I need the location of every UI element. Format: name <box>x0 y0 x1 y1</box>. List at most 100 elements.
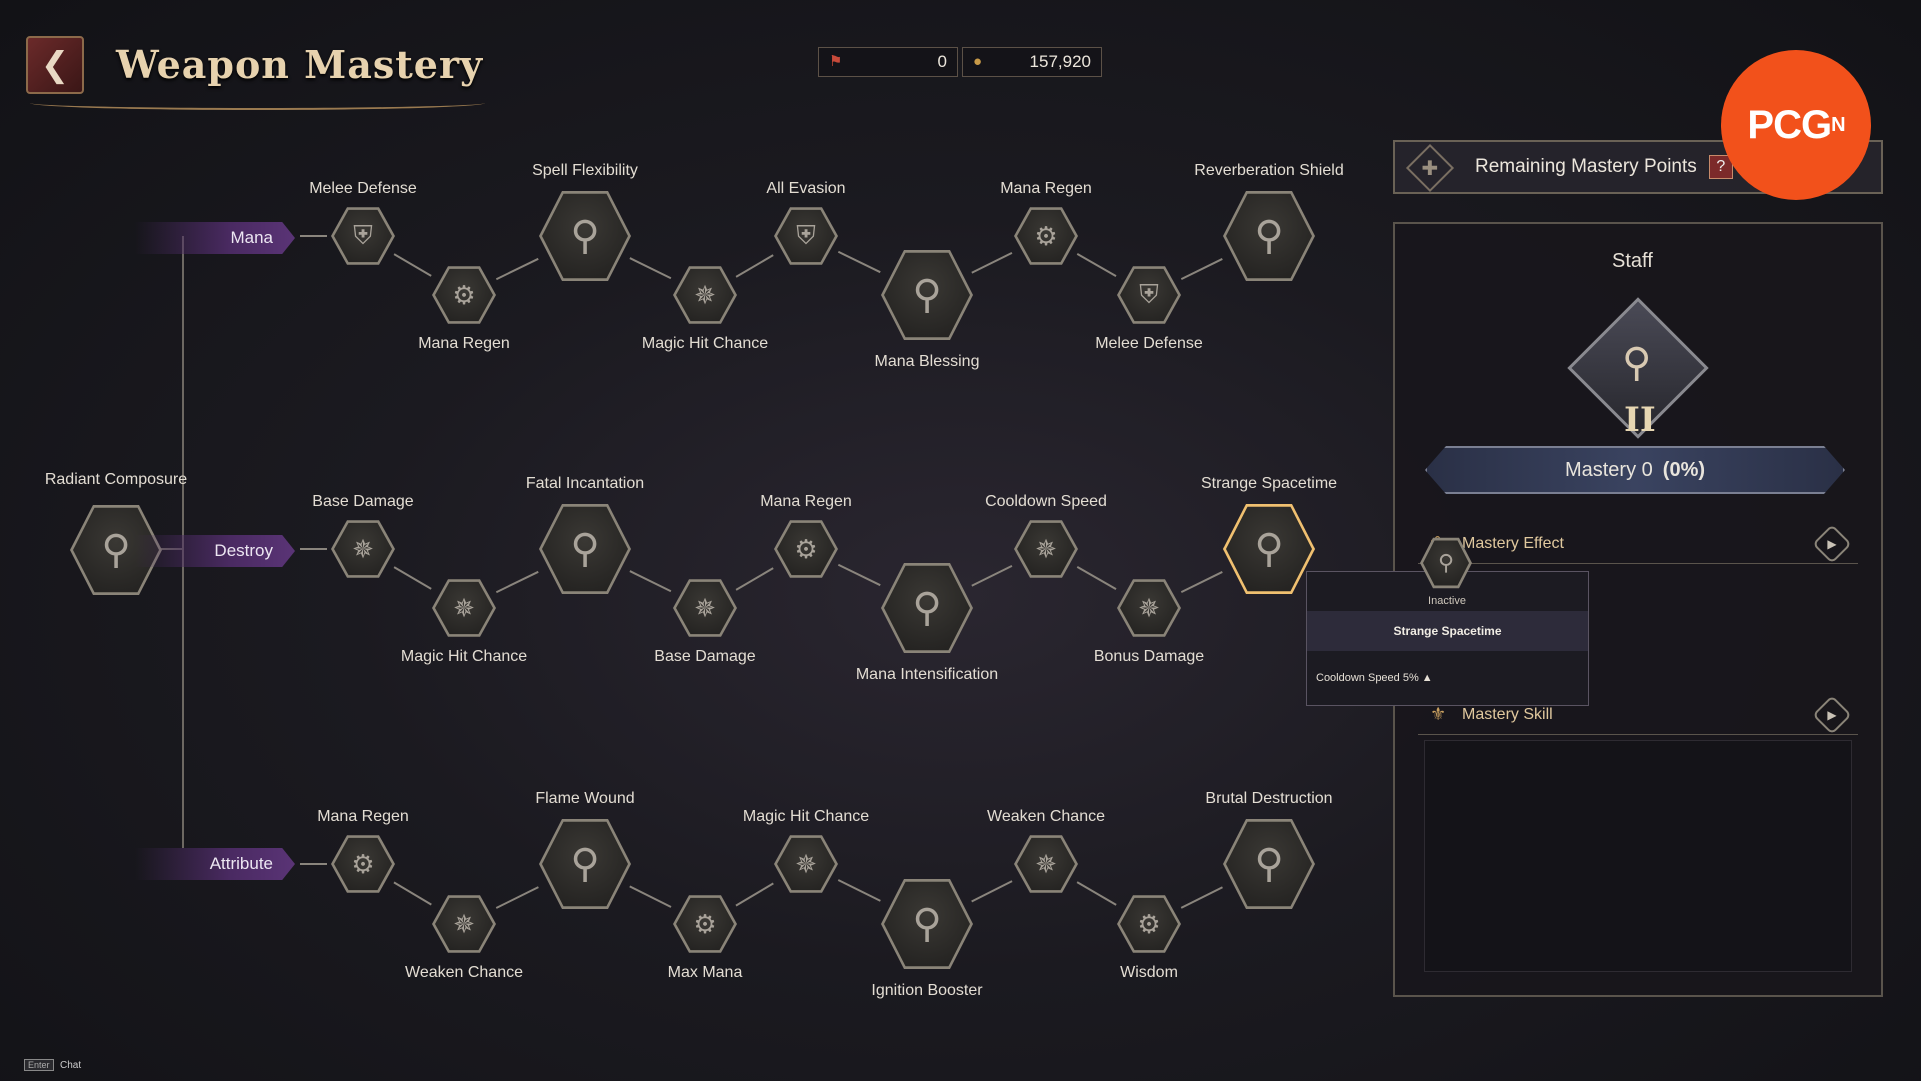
mastery-node-destroy-7[interactable]: ✵ <box>1117 576 1181 640</box>
mastery-node-label: Ignition Booster <box>871 982 983 999</box>
mastery-node-label: Mana Regen <box>1000 180 1092 197</box>
staff-emblem-icon: ⚲ <box>1622 341 1652 385</box>
gear-icon: ⚙ <box>1034 220 1058 251</box>
tooltip-title: Strange Spacetime <box>1307 611 1588 651</box>
mastery-node-label: Mana Blessing <box>874 353 980 370</box>
mastery-node-attribute-1[interactable]: ✵ <box>432 892 496 956</box>
mastery-node-attribute-3[interactable]: ⚙ <box>673 892 737 956</box>
row-tag-mana: Mana <box>135 222 295 254</box>
starburst-icon: ✵ <box>1138 592 1160 623</box>
gear-icon: ⚙ <box>351 848 375 879</box>
mastery-level-bar: Mastery 0 (0%) <box>1425 446 1845 494</box>
mastery-skill-box <box>1424 740 1852 972</box>
mastery-node-destroy-1[interactable]: ✵ <box>432 576 496 640</box>
fleur-icon: ⚜ <box>1430 704 1447 724</box>
gear-icon: ⚙ <box>1137 908 1161 939</box>
mastery-node-label: Fatal Incantation <box>525 475 645 492</box>
mastery-node-attribute-6[interactable]: ✵ <box>1014 832 1078 896</box>
mastery-node-label: All Evasion <box>766 180 846 197</box>
mastery-node-label: Mana Regen <box>760 493 852 510</box>
mastery-node-mana-1[interactable]: ⚙ <box>432 263 496 327</box>
mastery-node-label: Base Damage <box>654 648 756 665</box>
mastery-percent: (0%) <box>1662 458 1706 481</box>
starburst-icon: ✵ <box>453 592 475 623</box>
staff-icon: ⚲ <box>912 902 942 946</box>
mastery-effect-play-button[interactable]: ▶ <box>1812 524 1852 564</box>
mastery-node-label: Cooldown Speed <box>985 493 1107 510</box>
mastery-node-label: Weaken Chance <box>405 964 523 981</box>
mastery-node-label: Reverberation Shield <box>1194 162 1344 179</box>
mastery-node-label: Melee Defense <box>1095 335 1203 352</box>
mastery-node-attribute-2[interactable]: ⚲ <box>539 814 631 914</box>
starburst-icon: ✵ <box>795 848 817 879</box>
shield-icon: ⛨ <box>353 220 373 250</box>
mastery-node-mana-0[interactable]: ⛨ <box>331 204 395 268</box>
staff-icon: ⚲ <box>1437 550 1455 575</box>
mastery-node-attribute-7[interactable]: ⚙ <box>1117 892 1181 956</box>
staff-icon: ⚲ <box>570 842 600 886</box>
mastery-node-label: Melee Defense <box>309 180 417 197</box>
mastery-node-destroy-2[interactable]: ⚲ <box>539 499 631 599</box>
mastery-level-label: Mastery 0 <box>1564 458 1653 481</box>
mastery-node-destroy-3[interactable]: ✵ <box>673 576 737 640</box>
mastery-node-label: Magic Hit Chance <box>742 808 870 825</box>
mastery-node-attribute-8[interactable]: ⚲ <box>1223 814 1315 914</box>
mastery-node-label: Mana Regen <box>418 335 510 352</box>
staff-icon: ⚲ <box>1254 527 1284 571</box>
logo-sup: N <box>1831 113 1845 136</box>
staff-icon: ⚲ <box>912 586 942 630</box>
mastery-node-label: Spell Flexibility <box>532 162 638 179</box>
mastery-effect-label: Mastery Effect <box>1462 534 1564 552</box>
mastery-node-attribute-0[interactable]: ⚙ <box>331 832 395 896</box>
mastery-node-label: Mana Regen <box>317 808 409 825</box>
mastery-node-label: Max Mana <box>667 964 743 981</box>
mastery-node-label: Magic Hit Chance <box>400 648 528 665</box>
staff-icon: ⚲ <box>570 527 600 571</box>
mastery-node-label: Flame Wound <box>535 790 635 807</box>
chat-button[interactable]: Chat <box>60 1060 81 1071</box>
logo-text: PCG <box>1747 102 1832 147</box>
play-icon: ▶ <box>1827 708 1837 722</box>
chat-key-hint: Enter <box>24 1059 54 1071</box>
mastery-node-attribute-5[interactable]: ⚲ <box>881 874 973 974</box>
mastery-node-label: Bonus Damage <box>1093 648 1205 665</box>
row-tag-attribute: Attribute <box>135 848 295 880</box>
mastery-node-mana-8[interactable]: ⚲ <box>1223 186 1315 286</box>
starburst-icon: ✵ <box>453 908 475 939</box>
mastery-node-destroy-5[interactable]: ⚲ <box>881 558 973 658</box>
play-icon: ▶ <box>1827 537 1837 551</box>
shield-icon: ⛨ <box>1139 279 1159 309</box>
mastery-node-label: Base Damage <box>312 493 414 510</box>
staff-icon: ⚲ <box>1254 842 1284 886</box>
mastery-node-mana-5[interactable]: ⚲ <box>881 245 973 345</box>
starburst-icon: ✵ <box>1035 533 1057 564</box>
remaining-points-label: Remaining Mastery Points <box>1475 156 1697 177</box>
mastery-node-mana-6[interactable]: ⚙ <box>1014 204 1078 268</box>
tooltip-node-icon: ⚲ <box>1420 535 1472 591</box>
mastery-node-mana-2[interactable]: ⚲ <box>539 186 631 286</box>
mastery-node-mana-4[interactable]: ⛨ <box>774 204 838 268</box>
mastery-effect-row[interactable]: ❀ Mastery Effect ▶ <box>1418 524 1858 564</box>
staff-icon: ⚲ <box>1254 214 1284 258</box>
mastery-skill-play-button[interactable]: ▶ <box>1812 695 1852 735</box>
row-tag-destroy: Destroy <box>135 535 295 567</box>
mastery-node-label: Weaken Chance <box>987 808 1105 825</box>
tooltip-description: Cooldown Speed 5% ▲ <box>1316 672 1433 684</box>
starburst-icon: ✵ <box>694 592 716 623</box>
mastery-node-destroy-8[interactable]: ⚲ <box>1223 499 1315 599</box>
mastery-node-label: Brutal Destruction <box>1205 790 1333 807</box>
mastery-node-label: Wisdom <box>1120 964 1178 981</box>
staff-icon: ⚲ <box>101 528 131 572</box>
root-node-label: Radiant Composure <box>44 471 188 488</box>
mastery-node-destroy-0[interactable]: ✵ <box>331 517 395 581</box>
pcgn-logo: PCG N <box>1721 50 1871 200</box>
mastery-node-attribute-4[interactable]: ✵ <box>774 832 838 896</box>
mastery-node-mana-3[interactable]: ✵ <box>673 263 737 327</box>
mastery-node-destroy-4[interactable]: ⚙ <box>774 517 838 581</box>
gear-icon: ⚙ <box>693 908 717 939</box>
mastery-node-label: Magic Hit Chance <box>641 335 769 352</box>
weapon-name: Staff <box>1612 250 1653 272</box>
mastery-node-mana-7[interactable]: ⛨ <box>1117 263 1181 327</box>
mastery-node-destroy-6[interactable]: ✵ <box>1014 517 1078 581</box>
shield-icon: ⛨ <box>796 220 816 250</box>
